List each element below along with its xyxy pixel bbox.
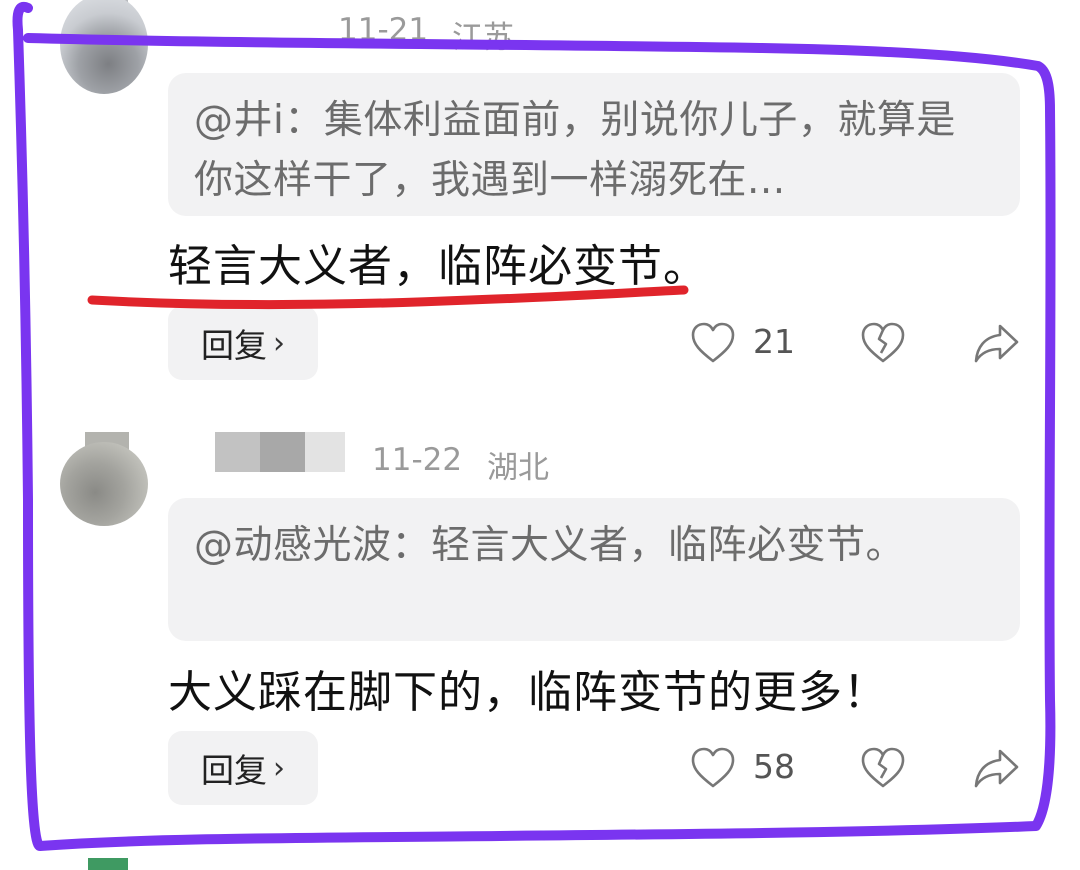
chevron-right-icon: › bbox=[273, 750, 285, 786]
chevron-right-icon: › bbox=[273, 325, 285, 361]
like-count: 58 bbox=[753, 747, 795, 786]
reply-button[interactable]: 回复 › bbox=[168, 306, 318, 380]
heart-icon[interactable] bbox=[690, 322, 736, 364]
blurred-username bbox=[215, 432, 345, 472]
share-icon[interactable] bbox=[972, 322, 1020, 364]
comment-region: 江苏 bbox=[452, 20, 514, 56]
reply-button[interactable]: 回复 › bbox=[168, 731, 318, 805]
comment-text: 大义踩在脚下的，临阵变节的更多！ bbox=[168, 667, 888, 718]
comment-date: 11-21 bbox=[338, 12, 429, 48]
reply-label: 回复 bbox=[201, 326, 267, 365]
quoted-comment[interactable]: @井i：集体利益面前，别说你儿子，就算是你这样干了，我遇到一样溺死在... bbox=[168, 73, 1020, 216]
share-icon[interactable] bbox=[972, 747, 1020, 789]
avatar[interactable] bbox=[60, 442, 148, 526]
broken-heart-icon[interactable] bbox=[860, 747, 906, 789]
broken-heart-icon[interactable] bbox=[860, 322, 906, 364]
quoted-comment[interactable]: @动感光波：轻言大义者，临阵必变节。 bbox=[168, 498, 1020, 641]
like-count: 21 bbox=[753, 322, 795, 361]
avatar[interactable] bbox=[60, 0, 148, 94]
next-avatar-partial bbox=[88, 858, 128, 870]
comment-region: 湖北 bbox=[487, 450, 549, 486]
comment-text: 轻言大义者，临阵必变节。 bbox=[168, 241, 708, 292]
heart-icon[interactable] bbox=[690, 747, 736, 789]
comment-date: 11-22 bbox=[372, 442, 463, 478]
comment-item: 11-21 江苏 @井i：集体利益面前，别说你儿子，就算是你这样干了，我遇到一样… bbox=[0, 0, 1080, 420]
reply-label: 回复 bbox=[201, 751, 267, 790]
